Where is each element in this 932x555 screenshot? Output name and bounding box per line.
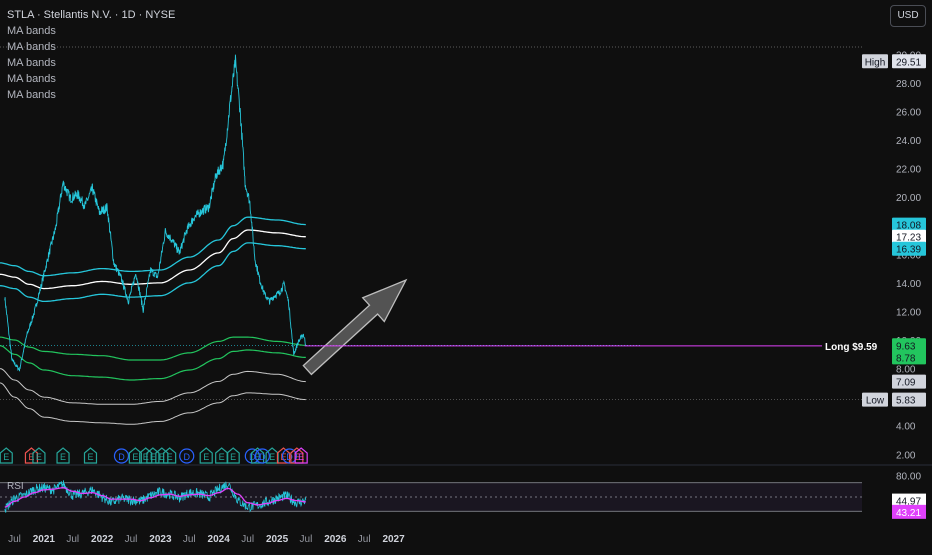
event-letter: E xyxy=(3,452,9,462)
ma-band-gray-upper xyxy=(0,368,306,405)
y-tick-label: 12.00 xyxy=(896,307,921,318)
time-axis[interactable]: Jul 2021 Jul 2022 Jul 2023 Jul 2024 Jul 2025 Jul 20… xyxy=(8,534,405,545)
y-tick-label: 26.00 xyxy=(896,107,921,118)
projection-arrow-shape[interactable] xyxy=(302,278,408,376)
indicator-label[interactable]: MA bands xyxy=(7,23,175,39)
price-badge-value: 8.78 xyxy=(896,353,916,364)
rsi-ma-badge: 43.21 xyxy=(896,508,921,519)
x-tick-label: Jul xyxy=(183,534,196,545)
event-marker[interactable]: E xyxy=(199,447,213,464)
event-marker[interactable]: D xyxy=(113,448,130,464)
price-badge-value: 7.09 xyxy=(896,378,916,389)
price-axis[interactable]: 2.004.006.008.0010.0012.0014.0016.0018.0… xyxy=(896,50,921,482)
ma-band-green-lower xyxy=(0,345,306,381)
x-tick-label: 2027 xyxy=(382,534,405,545)
currency-button[interactable]: USD xyxy=(890,5,926,27)
price-badge: 16.39 xyxy=(892,241,926,256)
projection-arrow[interactable] xyxy=(302,278,408,376)
indicator-label[interactable]: MA bands xyxy=(7,55,175,71)
event-letter: E xyxy=(87,452,93,462)
x-tick-label: 2026 xyxy=(324,534,347,545)
event-letter: E xyxy=(219,452,225,462)
event-letter: D xyxy=(259,452,266,462)
price-badge-tag: Low xyxy=(866,396,885,407)
event-letter: E xyxy=(230,452,236,462)
event-letter: E xyxy=(36,452,42,462)
event-marker[interactable]: E xyxy=(83,447,98,464)
event-letter: E xyxy=(28,452,34,462)
event-marker[interactable]: E xyxy=(0,447,13,464)
event-letter: D xyxy=(286,452,293,462)
event-letter: E xyxy=(150,452,156,462)
price-badge: 17.23 xyxy=(892,229,926,244)
event-letter: E xyxy=(269,452,275,462)
event-marker[interactable]: E xyxy=(215,447,229,464)
event-marker[interactable]: E xyxy=(56,447,70,464)
long-position-line[interactable]: Long $9.59 xyxy=(304,342,878,353)
price-badge: 8.78 xyxy=(892,350,926,365)
y-tick-label: 20.00 xyxy=(896,193,921,204)
event-letter: E xyxy=(143,452,149,462)
event-letter: E xyxy=(167,452,173,462)
price-badge: 18.08 xyxy=(892,217,926,232)
rsi-y-tick-label: 80.00 xyxy=(896,472,921,483)
x-tick-label: Jul xyxy=(8,534,21,545)
rsi-label: RSI xyxy=(7,481,24,492)
events-row[interactable]: E E E E E D E E E E E D E E E D ED E E D EE xyxy=(0,447,308,464)
x-tick-label: Jul xyxy=(241,534,254,545)
chart-header: STLA · Stellantis N.V. · 1D · NYSE MA ba… xyxy=(7,7,175,103)
x-tick-label: Jul xyxy=(66,534,79,545)
price-badge-value: 5.83 xyxy=(896,396,916,407)
event-letter: E xyxy=(298,452,304,462)
x-tick-label: 2025 xyxy=(266,534,289,545)
y-tick-label: 14.00 xyxy=(896,279,921,290)
x-tick-label: 2023 xyxy=(149,534,172,545)
event-marker[interactable]: E xyxy=(226,447,240,464)
chart-stage[interactable]: Long $9.59 EEEEEDEEEEEDEEEDEDEEDEE RSI 2… xyxy=(0,0,932,550)
price-badge-tag: High xyxy=(865,57,886,68)
x-tick-label: Jul xyxy=(125,534,138,545)
price-badge-value: 29.51 xyxy=(896,57,921,68)
y-tick-label: 22.00 xyxy=(896,165,921,176)
x-tick-label: Jul xyxy=(300,534,313,545)
ma-band-green-upper xyxy=(0,336,306,361)
y-tick-label: 28.00 xyxy=(896,79,921,90)
indicator-label[interactable]: MA bands xyxy=(7,39,175,55)
price-badge-value: 16.39 xyxy=(896,245,921,256)
event-letter: D xyxy=(183,452,190,462)
x-tick-label: 2024 xyxy=(208,534,231,545)
y-tick-label: 4.00 xyxy=(896,422,916,433)
price-badge: 9.63 xyxy=(892,338,926,353)
price-badge: 7.09 xyxy=(892,374,926,389)
long-label: Long $9.59 xyxy=(825,342,878,353)
event-letter: E xyxy=(60,452,66,462)
event-marker[interactable]: D xyxy=(179,448,195,464)
indicator-label[interactable]: MA bands xyxy=(7,87,175,103)
ma-bands xyxy=(0,216,306,425)
symbol-title[interactable]: STLA · Stellantis N.V. · 1D · NYSE xyxy=(7,7,175,23)
x-tick-label: Jul xyxy=(358,534,371,545)
y-tick-label: 8.00 xyxy=(896,365,916,376)
event-letter: E xyxy=(132,452,138,462)
x-tick-label: 2021 xyxy=(33,534,56,545)
rsi-pane: RSI xyxy=(0,464,932,513)
x-tick-label: 2022 xyxy=(91,534,114,545)
event-letter: D xyxy=(118,452,125,462)
price-badge: 29.51 High xyxy=(862,54,926,69)
indicator-label[interactable]: MA bands xyxy=(7,71,175,87)
y-tick-label: 24.00 xyxy=(896,136,921,147)
event-letter: E xyxy=(203,452,209,462)
ma-band-gray-lower xyxy=(0,382,306,425)
y-tick-label: 2.00 xyxy=(896,450,916,461)
price-badge: 5.83 Low xyxy=(862,392,926,407)
